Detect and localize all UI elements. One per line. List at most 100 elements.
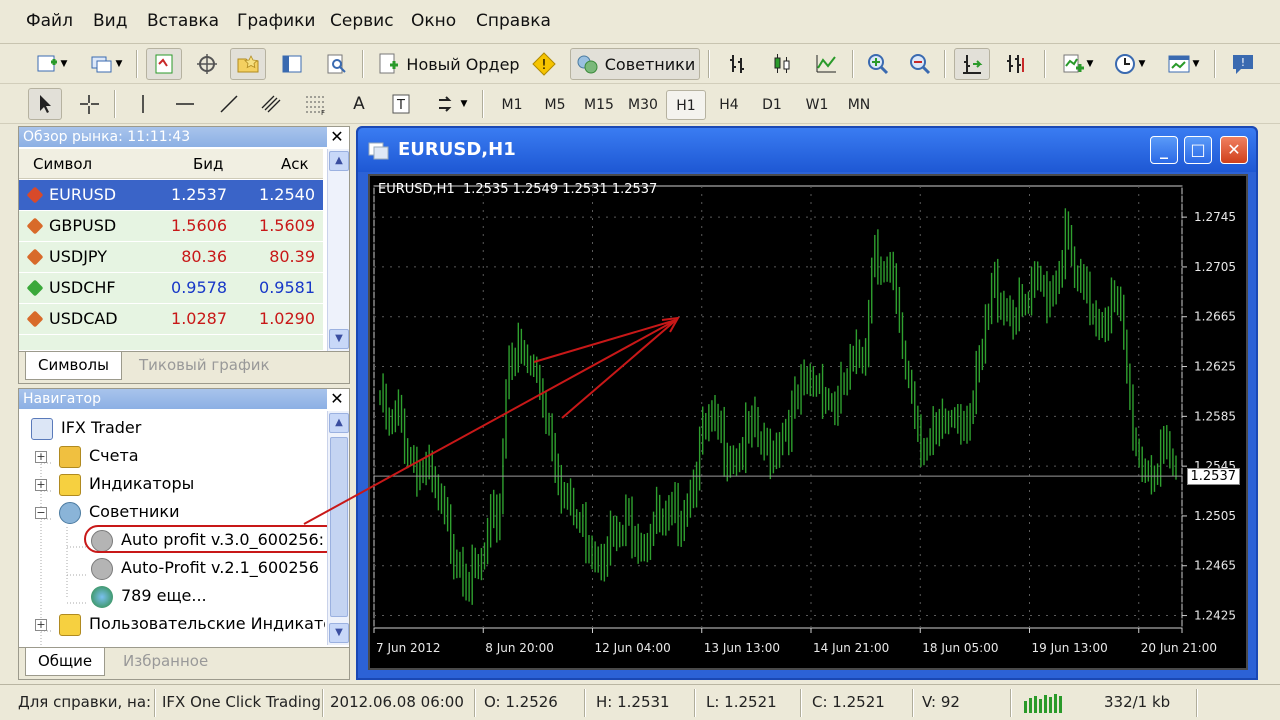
- timeframe-w1[interactable]: W1: [797, 90, 837, 120]
- scroll-down-icon[interactable]: ▼: [329, 329, 349, 349]
- expand-icon[interactable]: +: [35, 479, 47, 491]
- symbol-row-eurusd[interactable]: EURUSD 1.2537 1.2540: [19, 180, 323, 211]
- price-chart[interactable]: 1.2745 1.2705 1.2665 1.2625 1.2585 1.2545 1.25…: [368, 174, 1280, 670]
- horizontal-line-button[interactable]: [168, 88, 202, 120]
- menu-charts[interactable]: Графики: [237, 11, 315, 31]
- timeframe-h1[interactable]: H1: [666, 90, 706, 120]
- market-watch-toggle[interactable]: [146, 48, 182, 80]
- tree-item-ifx-trader[interactable]: IFX Trader: [31, 415, 141, 441]
- terminal-button[interactable]: [274, 48, 310, 80]
- column-header-symbol[interactable]: Символ: [33, 155, 92, 173]
- close-button[interactable]: ✕: [1220, 136, 1248, 164]
- trendline-button[interactable]: [212, 88, 246, 120]
- fibonacci-button[interactable]: F: [298, 88, 332, 120]
- profiles-button[interactable]: ▼: [84, 48, 128, 80]
- templates-button[interactable]: ▼: [1160, 48, 1206, 80]
- market-watch-scrollbar[interactable]: ▲ ▼: [327, 149, 349, 351]
- timeframe-m5[interactable]: M5: [535, 90, 575, 120]
- periods-button[interactable]: ▼: [1106, 48, 1152, 80]
- text-tool-button[interactable]: A: [342, 88, 376, 120]
- scroll-down-icon[interactable]: ▼: [329, 623, 349, 643]
- new-chart-button[interactable]: ▼: [28, 48, 74, 80]
- tab-common[interactable]: Общие: [25, 648, 106, 676]
- text-label-button[interactable]: T: [384, 88, 418, 120]
- zoom-in-button[interactable]: [862, 48, 894, 80]
- tree-item-indicators[interactable]: Индикаторы: [59, 471, 194, 497]
- timeframe-d1[interactable]: D1: [752, 90, 792, 120]
- timeframe-mn[interactable]: MN: [839, 90, 879, 120]
- channel-button[interactable]: [254, 88, 288, 120]
- timeframe-m15[interactable]: M15: [579, 90, 619, 120]
- timeframe-m1[interactable]: M1: [492, 90, 532, 120]
- collapse-icon[interactable]: −: [35, 507, 47, 519]
- symbol-row-usdjpy[interactable]: USDJPY 80.36 80.39: [19, 242, 323, 273]
- chart-titlebar[interactable]: EURUSD,H1 _ □ ✕: [358, 128, 1256, 172]
- line-chart-button[interactable]: [808, 48, 844, 80]
- menu-help[interactable]: Справка: [476, 11, 551, 31]
- crosshair-tool-button[interactable]: [72, 88, 106, 120]
- zoom-out-button[interactable]: [904, 48, 936, 80]
- symbol-row-gbpusd[interactable]: GBPUSD 1.5606 1.5609: [19, 211, 323, 242]
- chart-shift-button[interactable]: [998, 48, 1034, 80]
- column-header-bid[interactable]: Бид: [193, 155, 223, 173]
- new-order-button[interactable]: Новый Ордер: [372, 48, 524, 80]
- tree-item-accounts[interactable]: Счета: [59, 443, 139, 469]
- profiles-icon: [91, 56, 112, 73]
- tree-item-auto-profit-v2[interactable]: Auto-Profit v.2.1_600256: [91, 555, 319, 581]
- symbol-name: EURUSD: [49, 185, 117, 204]
- custom-indicators-icon: [59, 613, 81, 636]
- menu-insert[interactable]: Вставка: [147, 11, 219, 31]
- market-watch-header: Символ Бид Аск: [19, 149, 323, 179]
- tree-item-experts[interactable]: Советники: [59, 499, 179, 525]
- symbol-row-usdcad[interactable]: USDCAD 1.0287 1.0290: [19, 304, 323, 335]
- expand-icon[interactable]: +: [35, 619, 47, 631]
- status-one-click-trading[interactable]: IFX One Click Trading: [162, 693, 321, 711]
- maximize-button[interactable]: □: [1184, 136, 1212, 164]
- data-window-button[interactable]: [190, 48, 224, 80]
- tree-item-more[interactable]: 789 еще...: [91, 583, 207, 609]
- expand-icon[interactable]: +: [35, 451, 47, 463]
- chart-canvas[interactable]: 1.27451.27051.26651.26251.25851.25451.25…: [370, 176, 1280, 668]
- price-bars: [379, 208, 1177, 605]
- menu-file[interactable]: Файл: [26, 11, 73, 31]
- scroll-up-icon[interactable]: ▲: [329, 151, 349, 171]
- experts-button[interactable]: Советники: [570, 48, 700, 80]
- close-icon[interactable]: ✕: [327, 127, 347, 147]
- close-icon[interactable]: ✕: [327, 389, 347, 409]
- menu-window[interactable]: Окно: [411, 11, 456, 31]
- market-watch-title-text: Обзор рынка: 11:11:43: [23, 129, 191, 145]
- strategy-tester-button[interactable]: [318, 48, 354, 80]
- menu-tools[interactable]: Сервис: [330, 11, 394, 31]
- messages-button[interactable]: !: [1226, 48, 1260, 80]
- auto-scroll-button[interactable]: [954, 48, 990, 80]
- template-icon: [1168, 55, 1190, 73]
- navigator-scrollbar[interactable]: ▲ ▼: [327, 411, 349, 645]
- tab-favorites[interactable]: Избранное: [111, 648, 220, 676]
- vertical-line-button[interactable]: [126, 88, 160, 120]
- chart-window-icon: [368, 142, 389, 160]
- timeframe-h4[interactable]: H4: [709, 90, 749, 120]
- candlestick-button[interactable]: [764, 48, 800, 80]
- symbol-row-partial: [19, 335, 323, 351]
- menu-view[interactable]: Вид: [93, 11, 127, 31]
- arrows-button[interactable]: ▼: [428, 88, 474, 120]
- bar-chart-button[interactable]: [720, 48, 756, 80]
- symbol-row-usdchf[interactable]: USDCHF 0.9578 0.9581: [19, 273, 323, 304]
- terminal-computer-icon: [31, 417, 53, 440]
- minimize-button[interactable]: _: [1150, 136, 1178, 164]
- crosshair-target-icon: [197, 54, 217, 74]
- indicators-button[interactable]: ▼: [1054, 48, 1100, 80]
- y-tick-label: 1.2625: [1194, 360, 1236, 374]
- timeframe-m30[interactable]: M30: [623, 90, 663, 120]
- column-header-ask[interactable]: Аск: [281, 155, 309, 173]
- scroll-up-icon[interactable]: ▲: [329, 413, 349, 433]
- zoom-in-icon: [868, 54, 889, 75]
- alert-button[interactable]: !: [528, 48, 560, 80]
- tab-tick-chart[interactable]: Тиковый график: [127, 352, 282, 380]
- tree-item-custom-indicators[interactable]: Пользовательские Индикато: [59, 611, 325, 637]
- navigator-toggle[interactable]: [230, 48, 266, 80]
- scroll-thumb[interactable]: [330, 437, 348, 617]
- tab-symbols[interactable]: Символы: [25, 352, 122, 380]
- svg-text:F: F: [321, 109, 325, 116]
- cursor-tool-button[interactable]: [28, 88, 62, 120]
